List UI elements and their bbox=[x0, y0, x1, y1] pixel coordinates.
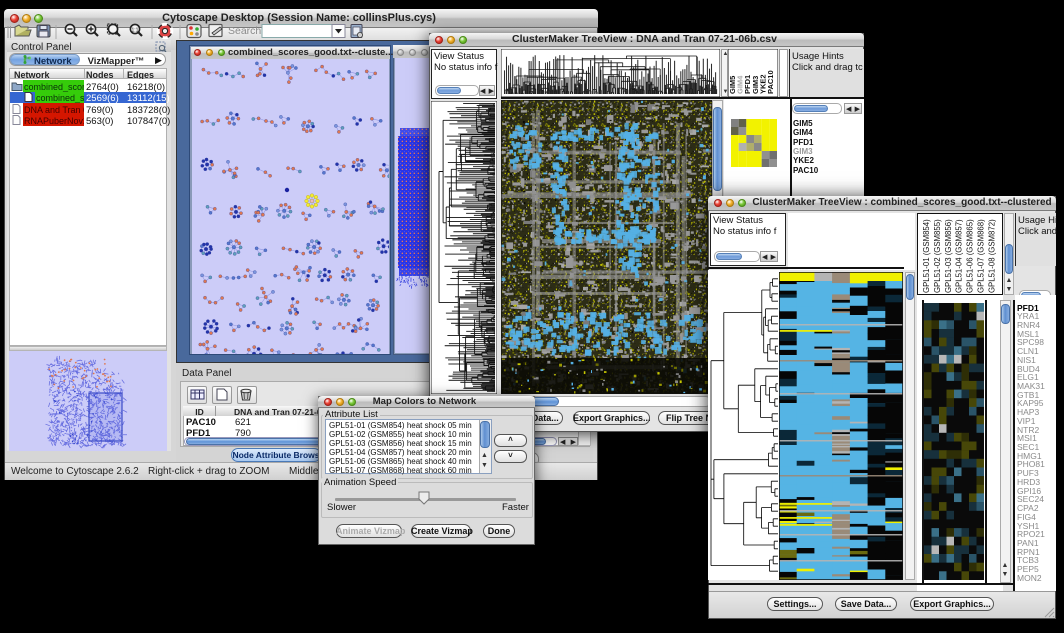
svg-text:GPL51-01 (GSM854): GPL51-01 (GSM854) bbox=[922, 219, 931, 293]
svg-text:GPL51-03 (GSM856): GPL51-03 (GSM856) bbox=[944, 219, 953, 293]
svg-text:GPL51-02 (GSM855): GPL51-02 (GSM855) bbox=[933, 219, 942, 293]
svg-text:1:1: 1:1 bbox=[132, 28, 139, 34]
svg-text:Search:: Search: bbox=[228, 25, 264, 37]
svg-text:GPL51-08 (GSM872): GPL51-08 (GSM872) bbox=[987, 219, 996, 293]
svg-text:GPL51-06 (GSM865): GPL51-06 (GSM865) bbox=[966, 219, 975, 293]
svg-text:GPL51-04 (GSM857): GPL51-04 (GSM857) bbox=[955, 219, 964, 293]
svg-text:PAC10: PAC10 bbox=[766, 70, 775, 94]
svg-text:GPL51-07 (GSM868): GPL51-07 (GSM868) bbox=[977, 219, 986, 293]
